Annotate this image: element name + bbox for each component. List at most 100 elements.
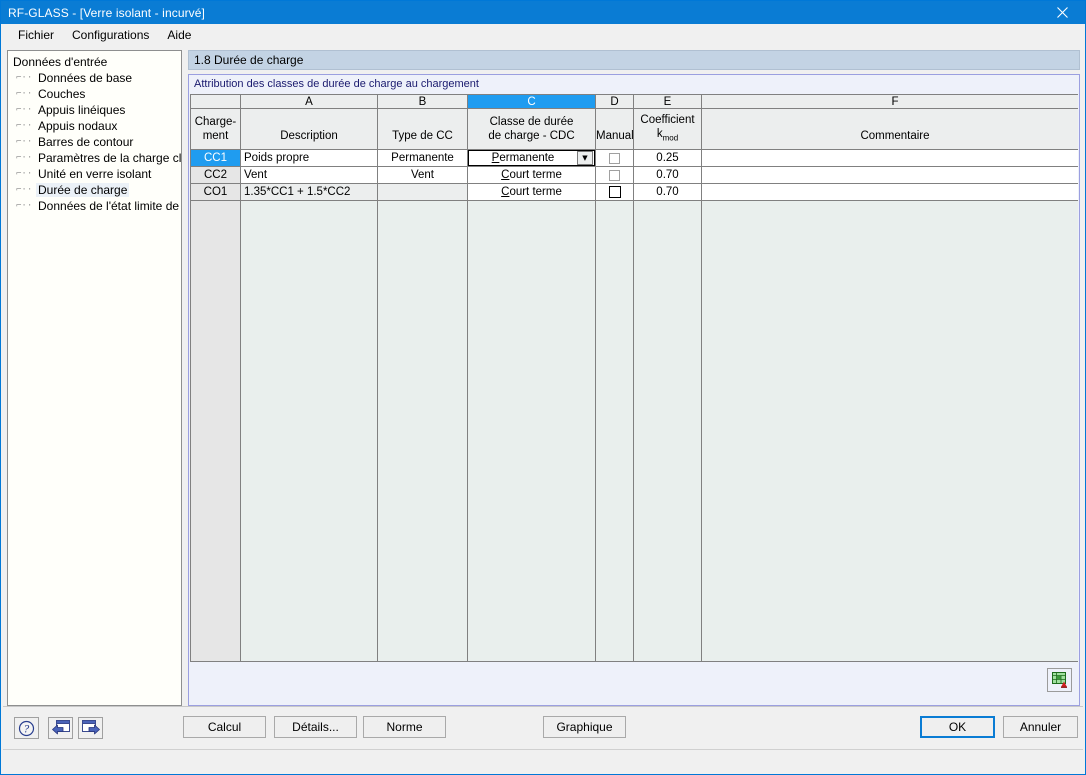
header-classe-duree-charge: Classe de durée de charge - CDC — [467, 108, 596, 150]
manual-checkbox-cc1-wrap[interactable] — [596, 150, 633, 166]
sidebar-item-duree-de-charge[interactable]: ⌐·· Durée de charge — [10, 182, 181, 198]
previous-arrow-icon[interactable] — [48, 717, 73, 739]
cell-description-cc1[interactable]: Poids propre — [240, 149, 378, 167]
cell-kmod-cc2[interactable]: 0.70 — [633, 166, 702, 184]
sidebar-item-donnees-de-base[interactable]: ⌐·· Données de base — [10, 70, 181, 86]
cell-manual-cc1[interactable] — [595, 149, 634, 167]
manual-checkbox-co1-wrap[interactable] — [596, 184, 633, 200]
empty-cell-e[interactable] — [633, 200, 702, 662]
cdc-dropdown-cc1[interactable]: Permanente ▼ — [468, 150, 595, 166]
sidebar-item-label: Appuis nodaux — [38, 119, 118, 133]
content-pane: 1.8 Durée de charge Attribution des clas… — [188, 50, 1080, 706]
tree-branch-icon: ⌐·· — [16, 137, 33, 147]
manual-checkbox-co1[interactable] — [608, 186, 621, 198]
value-rest: ourt terme — [509, 186, 562, 198]
row-header-co1[interactable]: CO1 — [190, 183, 241, 201]
table-export-glyph — [1051, 672, 1068, 688]
sidebar-item-appuis-nodaux[interactable]: ⌐·· Appuis nodaux — [10, 118, 181, 134]
sidebar-item-donnees-etat-limite-service[interactable]: ⌐·· Données de l'état limite de serv — [10, 198, 181, 214]
column-header-a[interactable]: A — [240, 94, 378, 109]
manual-checkbox-cc2[interactable] — [609, 169, 620, 181]
close-icon[interactable] — [1040, 1, 1085, 24]
next-arrow-icon[interactable] — [78, 717, 103, 739]
column-header-b[interactable]: B — [377, 94, 468, 109]
cell-comment-cc1[interactable] — [701, 149, 1078, 167]
cell-description-cc2[interactable]: Vent — [240, 166, 378, 184]
table-row[interactable]: CC2 Vent Vent Court terme 0.70 — [190, 166, 1078, 184]
cell-cdc-cc2[interactable]: Court terme — [467, 166, 596, 184]
window-title: RF-GLASS - [Verre isolant - incurvé] — [8, 5, 205, 20]
norme-button[interactable]: Norme — [363, 716, 446, 738]
sidebar-item-barres-de-contour[interactable]: ⌐·· Barres de contour — [10, 134, 181, 150]
empty-cell-f[interactable] — [701, 200, 1078, 662]
help-glyph: ? — [18, 720, 35, 736]
sidebar-item-label: Durée de charge — [36, 183, 130, 197]
details-button[interactable]: Détails... — [274, 716, 357, 738]
cell-comment-co1[interactable] — [701, 183, 1078, 201]
tree-root-item[interactable]: Données d'entrée — [10, 54, 181, 70]
empty-cell-b[interactable] — [377, 200, 468, 662]
annuler-button[interactable]: Annuler — [1003, 716, 1078, 738]
value-rest: ourt terme — [509, 169, 562, 181]
sidebar-item-appuis-lineiques[interactable]: ⌐·· Appuis linéiques — [10, 102, 181, 118]
tree-branch-icon: ⌐·· — [16, 201, 33, 211]
table-header-row: Charge- ment Description Type de CC Clas… — [190, 108, 1078, 150]
manual-checkbox-cc1[interactable] — [609, 152, 620, 164]
ok-button[interactable]: OK — [920, 716, 995, 738]
value-rest: ermanente — [499, 152, 555, 164]
load-duration-table-wrapper[interactable]: A B C D E F Charge- ment Description Typ… — [190, 94, 1078, 662]
page-title: 1.8 Durée de charge — [188, 50, 1080, 70]
cell-manual-co1[interactable] — [595, 183, 634, 201]
table-empty-area-row[interactable] — [190, 200, 1078, 662]
sidebar-item-couches[interactable]: ⌐·· Couches — [10, 86, 181, 102]
cell-kmod-co1[interactable]: 0.70 — [633, 183, 702, 201]
table-row[interactable]: CO1 1.35*CC1 + 1.5*CC2 Court terme 0.70 — [190, 183, 1078, 201]
header-cdc-line1: Classe de durée — [489, 116, 574, 128]
menu-item-aide[interactable]: Aide — [158, 26, 200, 44]
empty-row-header[interactable] — [190, 200, 241, 662]
column-header-f[interactable]: F — [701, 94, 1078, 109]
cell-type-cc-cc2[interactable]: Vent — [377, 166, 468, 184]
empty-cell-c[interactable] — [467, 200, 596, 662]
table-row[interactable]: CC1 Poids propre Permanente Permanente ▼ — [190, 149, 1078, 167]
row-header-cc1[interactable]: CC1 — [190, 149, 241, 167]
load-duration-table: A B C D E F Charge- ment Description Typ… — [190, 94, 1078, 662]
manual-checkbox-cc2-wrap[interactable] — [596, 167, 633, 183]
cell-type-cc-co1[interactable] — [377, 183, 468, 201]
sidebar-item-label: Unité en verre isolant — [38, 167, 152, 181]
sidebar-item-unite-verre-isolant[interactable]: ⌐·· Unité en verre isolant — [10, 166, 181, 182]
table-export-icon[interactable] — [1047, 668, 1072, 692]
column-header-c[interactable]: C — [467, 94, 596, 109]
cell-type-cc-cc1[interactable]: Permanente — [377, 149, 468, 167]
menu-item-fichier[interactable]: Fichier — [9, 26, 63, 44]
tree-branch-icon: ⌐·· — [16, 185, 33, 195]
table-panel: Attribution des classes de durée de char… — [188, 74, 1080, 706]
cdc-dropdown-value: Permanente — [469, 152, 577, 164]
column-header-d[interactable]: D — [595, 94, 634, 109]
empty-cell-d[interactable] — [595, 200, 634, 662]
sidebar-item-label: Appuis linéiques — [38, 103, 126, 117]
title-bar: RF-GLASS - [Verre isolant - incurvé] — [1, 1, 1085, 24]
cell-cdc-cc1[interactable]: Permanente ▼ — [467, 149, 596, 167]
header-description-text: Description — [280, 129, 338, 142]
sidebar-item-parametres-charge-climatique[interactable]: ⌐·· Paramètres de la charge climati — [10, 150, 181, 166]
cell-description-co1[interactable]: 1.35*CC1 + 1.5*CC2 — [240, 183, 378, 201]
help-question-icon[interactable]: ? — [14, 717, 39, 739]
status-bar — [3, 749, 1083, 772]
calcul-button[interactable]: Calcul — [183, 716, 266, 738]
cell-comment-cc2[interactable] — [701, 166, 1078, 184]
empty-cell-a[interactable] — [240, 200, 378, 662]
sidebar-item-label: Couches — [38, 87, 86, 101]
cell-kmod-cc1[interactable]: 0.25 — [633, 149, 702, 167]
graphique-button[interactable]: Graphique — [543, 716, 626, 738]
chevron-down-icon[interactable]: ▼ — [577, 151, 593, 165]
bottom-toolbar: ? Calcul Détails... Norme Graphique OK A… — [3, 706, 1083, 750]
menu-item-configurations[interactable]: Configurations — [63, 26, 158, 44]
row-header-cc2[interactable]: CC2 — [190, 166, 241, 184]
cell-manual-cc2[interactable] — [595, 166, 634, 184]
kmod-subscript: mod — [662, 133, 679, 143]
grid-corner-cell[interactable] — [190, 94, 241, 109]
table-column-letter-row: A B C D E F — [190, 94, 1078, 109]
cell-cdc-co1[interactable]: Court terme — [467, 183, 596, 201]
column-header-e[interactable]: E — [633, 94, 702, 109]
